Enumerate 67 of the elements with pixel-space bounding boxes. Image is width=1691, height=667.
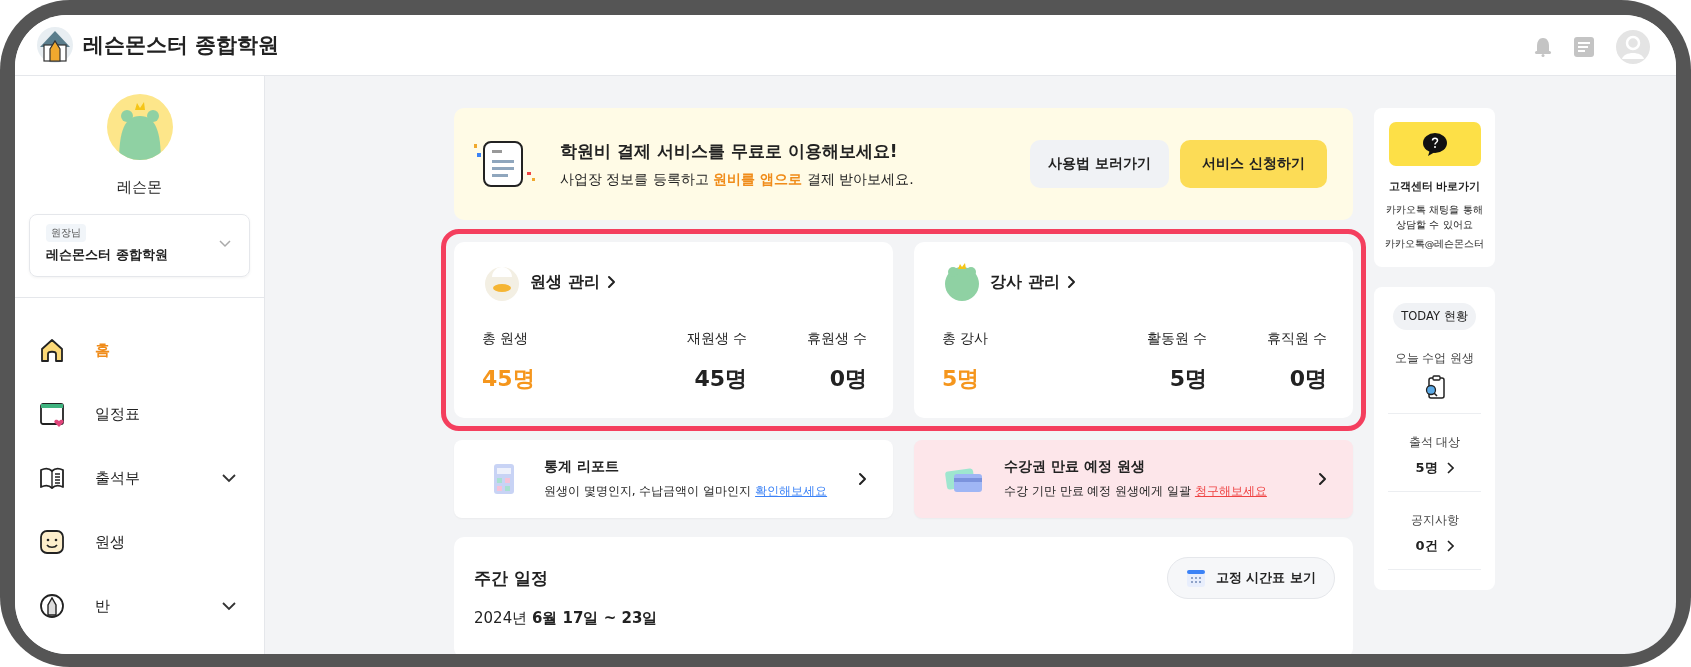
stat-label: 휴원생 수 bbox=[806, 330, 867, 348]
support-contact: 카카오톡@레슨몬스터 bbox=[1384, 238, 1485, 252]
nav-item[interactable]: 출석부 bbox=[39, 446, 264, 510]
today-label: 공지사항 bbox=[1410, 512, 1459, 530]
academy-selector[interactable]: 원장님 레슨몬스터 종합학원 bbox=[29, 214, 250, 277]
stat-label: 총 강사 bbox=[942, 330, 989, 348]
stat-value: 0명 bbox=[1289, 365, 1327, 393]
bell-icon[interactable] bbox=[1534, 37, 1552, 57]
document-icon[interactable] bbox=[1574, 37, 1594, 57]
promo-description: 수강 기만 만료 예정 원생에게 일괄 청구해보세요 bbox=[1004, 483, 1268, 500]
calendar-grid-icon bbox=[1185, 568, 1206, 588]
chat-question-icon bbox=[1421, 132, 1448, 156]
stat-label: 재원생 수 bbox=[686, 330, 747, 348]
promo-card[interactable]: 통계 리포트 원생이 몇명인지, 수납금액이 얼마인지 확인해보세요 bbox=[454, 440, 893, 518]
chevron-right-icon bbox=[1445, 462, 1454, 475]
clipboard-search-icon[interactable] bbox=[1423, 375, 1446, 400]
today-value-link[interactable]: 0건 bbox=[1415, 537, 1454, 556]
profile-name: 레슨몬 bbox=[117, 178, 162, 197]
today-value-link[interactable]: 5명 bbox=[1415, 459, 1454, 478]
open-book-icon bbox=[39, 465, 65, 491]
date-range: 2024년 6월 17일 ~ 23일 bbox=[474, 609, 659, 628]
stat-value: 5명 bbox=[1169, 365, 1207, 393]
stat-value: 0명 bbox=[829, 365, 867, 393]
timetable-button[interactable]: 고정 시간표 보기 bbox=[1166, 557, 1335, 599]
chevron-right-icon bbox=[1065, 275, 1076, 289]
nav-item[interactable]: 반 bbox=[39, 574, 264, 638]
chevron-right-icon bbox=[857, 472, 867, 486]
chevron-right-icon bbox=[1317, 472, 1327, 486]
home-icon bbox=[39, 337, 65, 363]
stat-value: 5명 bbox=[942, 365, 980, 393]
nav-item[interactable]: 일정표 bbox=[39, 382, 264, 446]
promo-card[interactable]: 수강권 만료 예정 원생 수강 기만 만료 예정 원생에게 일괄 청구해보세요 bbox=[914, 440, 1353, 518]
chevron-right-icon bbox=[1445, 540, 1454, 553]
today-label: 오늘 수업 원생 bbox=[1394, 350, 1475, 368]
guide-button[interactable]: 사용법 보러가기 bbox=[1030, 140, 1170, 188]
apply-button[interactable]: 서비스 신청하기 bbox=[1180, 140, 1327, 188]
smiley-icon bbox=[39, 529, 65, 555]
stat-value: 45명 bbox=[482, 365, 535, 393]
pencil-circle-icon bbox=[39, 593, 65, 619]
stat-value: 45명 bbox=[694, 365, 747, 393]
chevron-down-icon bbox=[219, 240, 231, 248]
card-title-link[interactable]: 강사 관리 bbox=[990, 271, 1076, 293]
support-title[interactable]: 고객센터 바로가기 bbox=[1388, 180, 1481, 194]
banner-title: 학원비 결제 서비스를 무료로 이용해보세요! bbox=[560, 139, 899, 163]
support-text: 카카오톡 채팅을 통해 상담할 수 있어요 bbox=[1385, 203, 1484, 233]
today-badge: TODAY 현황 bbox=[1393, 303, 1476, 331]
academy-name: 레슨몬스터 종합학원 bbox=[46, 246, 168, 264]
stat-label: 휴직원 수 bbox=[1266, 330, 1327, 348]
app-title: 레슨몬스터 종합학원 bbox=[83, 32, 280, 59]
promo-link[interactable]: 확인해보세요 bbox=[755, 484, 828, 498]
school-logo-icon bbox=[37, 27, 73, 63]
promo-title: 통계 리포트 bbox=[544, 458, 620, 476]
stat-label: 활동원 수 bbox=[1146, 330, 1207, 348]
today-label: 출석 대상 bbox=[1408, 434, 1461, 452]
section-title: 주간 일정 bbox=[474, 566, 548, 590]
role-badge: 원장님 bbox=[46, 224, 86, 242]
chevron-right-icon bbox=[605, 275, 616, 289]
card-title-link[interactable]: 원생 관리 bbox=[530, 271, 616, 293]
chat-button[interactable] bbox=[1388, 122, 1481, 166]
banner-text: 사업장 정보를 등록하고 원비를 앱으로 결제 받아보세요. bbox=[560, 170, 915, 189]
nav-item[interactable]: 원생 bbox=[39, 510, 264, 574]
promo-title: 수강권 만료 예정 원생 bbox=[1004, 458, 1146, 476]
frog-icon bbox=[942, 262, 982, 302]
stat-label: 총 원생 bbox=[482, 330, 529, 348]
promo-description: 원생이 몇명인지, 수납금액이 얼마인지 확인해보세요 bbox=[544, 483, 829, 500]
profile-avatar-icon bbox=[106, 94, 173, 160]
profile-avatar-icon[interactable] bbox=[1616, 30, 1650, 64]
